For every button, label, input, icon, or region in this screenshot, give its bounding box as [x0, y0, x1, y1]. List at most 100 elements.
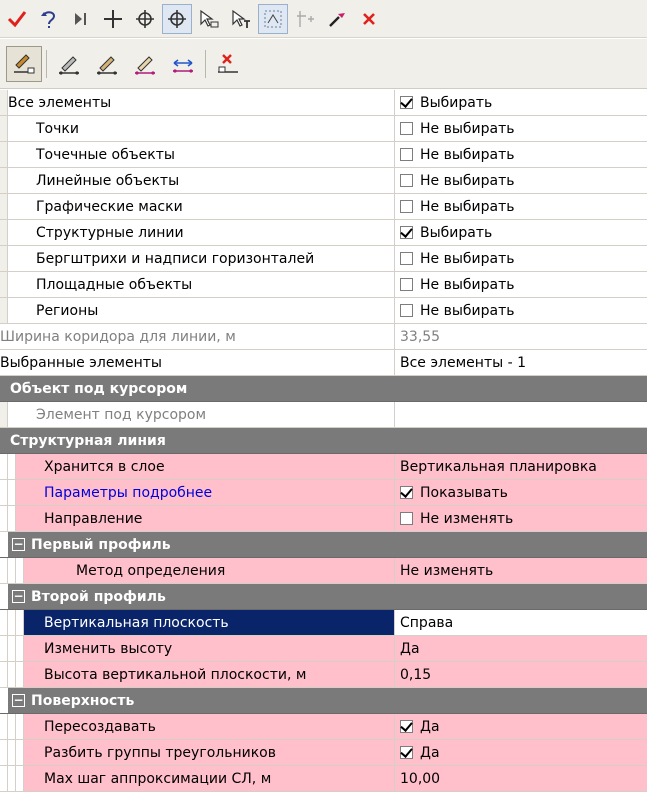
- prop-label: Элемент под курсором: [36, 406, 207, 423]
- row-stored-in-layer[interactable]: Хранится в слое Вертикальная планировка: [0, 454, 647, 480]
- category-title: Структурная линия: [10, 432, 166, 449]
- checkbox[interactable]: [400, 746, 413, 759]
- category-cursor-object[interactable]: Объект под курсором: [0, 376, 647, 402]
- row-plane-height[interactable]: Высота вертикальной плоскости, м 0,15: [0, 662, 647, 688]
- row-filter-points[interactable]: Точки Не выбирать: [0, 116, 647, 142]
- category-second-profile[interactable]: − Второй профиль: [0, 584, 647, 610]
- prop-value: Не изменять: [420, 510, 514, 527]
- prop-label: Направление: [44, 510, 143, 527]
- row-corridor-width[interactable]: Ширина коридора для линии, м 33,55: [0, 324, 647, 350]
- prop-label: Линейные объекты: [36, 172, 180, 189]
- row-recreate[interactable]: Пересоздавать Да: [0, 714, 647, 740]
- draw-line-icon[interactable]: [127, 46, 163, 82]
- delete-object-icon[interactable]: [210, 46, 246, 82]
- distance-icon[interactable]: [165, 46, 201, 82]
- prop-label: Высота вертикальной плоскости, м: [44, 666, 307, 683]
- prop-label: Точечные объекты: [36, 146, 175, 163]
- category-title: Поверхность: [31, 692, 135, 709]
- checkbox[interactable]: [400, 200, 413, 213]
- prop-value[interactable]: Справа: [400, 615, 453, 631]
- checkbox[interactable]: [400, 304, 413, 317]
- prop-label: Ширина коридора для линии, м: [0, 328, 236, 345]
- prop-value: Да: [420, 718, 440, 735]
- category-structure-line[interactable]: Структурная линия: [0, 428, 647, 454]
- category-surface[interactable]: − Поверхность: [0, 688, 647, 714]
- category-first-profile[interactable]: − Первый профиль: [0, 532, 647, 558]
- prop-label: Выбранные элементы: [0, 354, 162, 371]
- row-max-step[interactable]: Max шаг аппроксимации СЛ, м 10,00: [0, 766, 647, 792]
- prop-value: Не изменять: [400, 562, 494, 579]
- toolbar-separator: [205, 49, 206, 78]
- cancel-icon[interactable]: [354, 4, 384, 34]
- add-point-icon[interactable]: [98, 4, 128, 34]
- undo-icon[interactable]: [34, 4, 64, 34]
- prop-label: Точки: [36, 120, 79, 137]
- category-title: Первый профиль: [31, 536, 171, 553]
- checkbox[interactable]: [400, 512, 413, 525]
- prop-label: Пересоздавать: [44, 718, 156, 735]
- pipette-icon[interactable]: [322, 4, 352, 34]
- checkbox[interactable]: [400, 278, 413, 291]
- checkbox[interactable]: [400, 122, 413, 135]
- select-contour-icon[interactable]: [194, 4, 224, 34]
- row-all-elements[interactable]: Все элементы Выбирать: [0, 90, 647, 116]
- toolbar-separator: [46, 49, 47, 78]
- row-filter-line-objects[interactable]: Линейные объекты Не выбирать: [0, 168, 647, 194]
- checkbox[interactable]: [400, 148, 413, 161]
- prop-value: Не выбирать: [420, 198, 515, 215]
- prop-value: Не выбирать: [420, 120, 515, 137]
- prop-value: 33,55: [400, 328, 441, 345]
- eraser-pencil-icon[interactable]: [89, 46, 125, 82]
- apply-icon[interactable]: [2, 4, 32, 34]
- row-split-triangles[interactable]: Разбить группы треугольников Да: [0, 740, 647, 766]
- row-selected-elements[interactable]: Выбранные элементы Все элементы - 1: [0, 350, 647, 376]
- move-target-icon[interactable]: [162, 3, 192, 34]
- row-filter-regions[interactable]: Регионы Не выбирать: [0, 298, 647, 324]
- prop-value: Выбирать: [420, 224, 493, 241]
- prop-value: Да: [400, 640, 420, 657]
- checkbox[interactable]: [400, 252, 413, 265]
- prop-value: 10,00: [400, 770, 441, 787]
- expand-handle[interactable]: [0, 90, 8, 115]
- checkbox[interactable]: [400, 486, 413, 499]
- row-filter-point-objects[interactable]: Точечные объекты Не выбирать: [0, 142, 647, 168]
- prop-label: Хранится в слое: [44, 458, 165, 475]
- collapse-icon[interactable]: −: [12, 538, 25, 551]
- row-change-height[interactable]: Изменить высоту Да: [0, 636, 647, 662]
- row-method[interactable]: Метод определения Не изменять: [0, 558, 647, 584]
- row-filter-graphic-masks[interactable]: Графические маски Не выбирать: [0, 194, 647, 220]
- row-params-detail[interactable]: Параметры подробнее Показывать: [0, 480, 647, 506]
- prop-label: Изменить высоту: [44, 640, 173, 657]
- edit-toolbar: [0, 39, 647, 89]
- snap-points-icon[interactable]: [290, 4, 320, 34]
- prop-value: Не выбирать: [420, 276, 515, 293]
- edit-object-icon[interactable]: [6, 45, 42, 82]
- prop-label: Бергштрихи и надписи горизонталей: [36, 250, 315, 267]
- collapse-icon[interactable]: −: [12, 590, 25, 603]
- prop-label: Структурные линии: [36, 224, 184, 241]
- prop-value: 0,15: [400, 666, 432, 683]
- prop-label[interactable]: Параметры подробнее: [44, 485, 212, 501]
- checkbox[interactable]: [400, 226, 413, 239]
- step-icon[interactable]: [66, 4, 96, 34]
- pencil-icon[interactable]: [51, 46, 87, 82]
- collapse-icon[interactable]: −: [12, 694, 25, 707]
- select-region-icon[interactable]: [258, 3, 288, 34]
- row-filter-area-objects[interactable]: Площадные объекты Не выбирать: [0, 272, 647, 298]
- select-text-icon[interactable]: [226, 4, 256, 34]
- row-element-under-cursor[interactable]: Элемент под курсором: [0, 402, 647, 428]
- row-vertical-plane[interactable]: Вертикальная плоскость Справа: [0, 610, 647, 636]
- checkbox[interactable]: [400, 720, 413, 733]
- row-filter-hachures[interactable]: Бергштрихи и надписи горизонталей Не выб…: [0, 246, 647, 272]
- prop-value: Да: [420, 744, 440, 761]
- prop-label: Графические маски: [36, 198, 183, 215]
- prop-label: Вертикальная плоскость: [44, 614, 229, 631]
- prop-value: Все элементы - 1: [400, 354, 527, 371]
- target-icon[interactable]: [130, 4, 160, 34]
- prop-label: Метод определения: [76, 562, 226, 579]
- prop-label: Max шаг аппроксимации СЛ, м: [44, 770, 272, 787]
- checkbox[interactable]: [400, 96, 413, 109]
- row-direction[interactable]: Направление Не изменять: [0, 506, 647, 532]
- row-filter-structure-lines[interactable]: Структурные линии Выбирать: [0, 220, 647, 246]
- checkbox[interactable]: [400, 174, 413, 187]
